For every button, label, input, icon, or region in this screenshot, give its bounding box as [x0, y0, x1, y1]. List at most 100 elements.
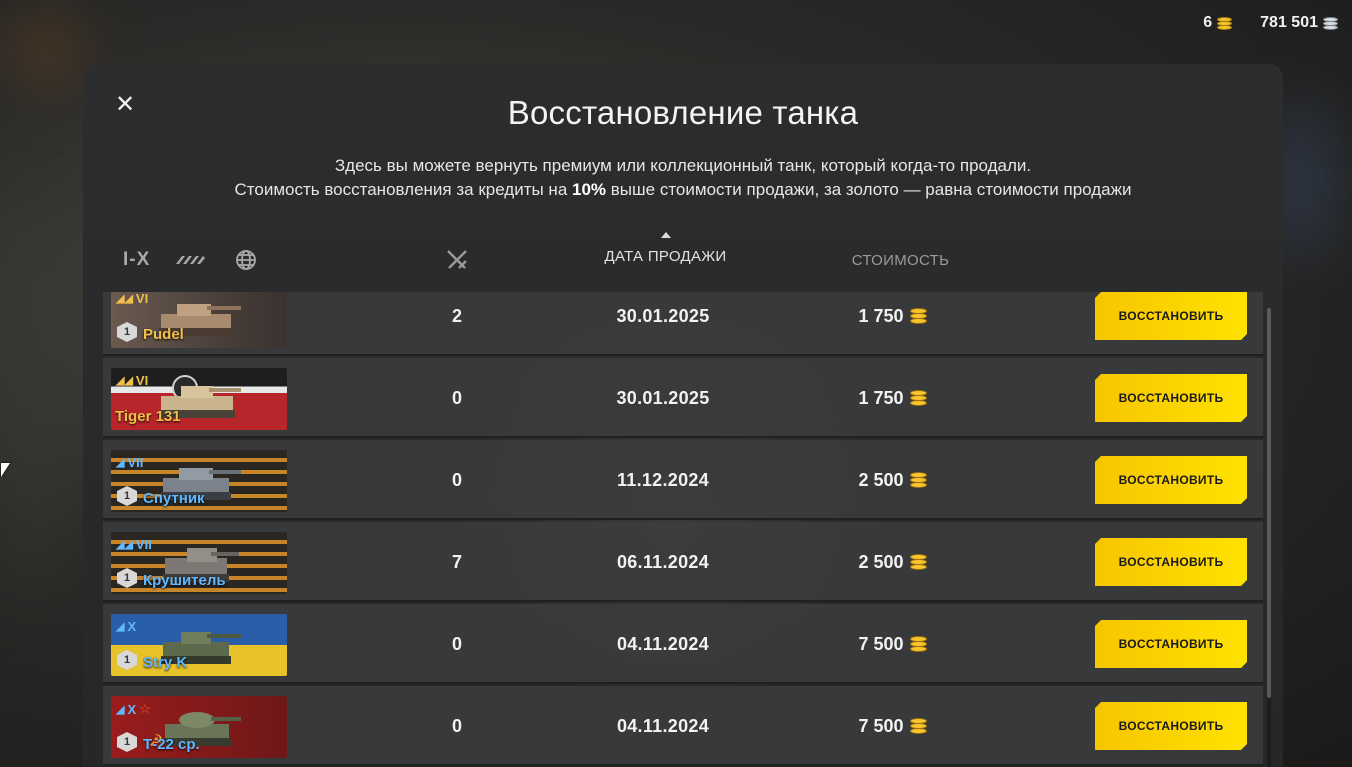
- tank-class-icon: ◢◢: [116, 293, 133, 305]
- tier-label: X: [127, 619, 137, 634]
- restore-cost: 1 750: [833, 292, 953, 356]
- credits-amount: 781 501: [1260, 14, 1318, 31]
- tier-label: VII: [127, 455, 144, 470]
- tank-name: Спутник: [143, 490, 205, 507]
- table-row: ◢ X 1 Stry K 0 04.11.2024 7 500 ВОССТАНО…: [103, 604, 1263, 684]
- restore-tank-modal: ✕ Восстановление танка Здесь вы можете в…: [83, 64, 1283, 767]
- battles-count: 0: [451, 634, 462, 654]
- tank-class-icon: ◢◢: [116, 375, 133, 387]
- gold-balance[interactable]: 6: [1203, 14, 1233, 32]
- restore-cost: 2 500: [833, 522, 953, 602]
- tank-card: ◢◢ VII 1 Крушитель: [111, 532, 287, 594]
- mouse-cursor-icon: [1, 463, 10, 477]
- tank-tier: ◢◢ VI: [116, 292, 148, 306]
- battles-count: 0: [451, 716, 462, 736]
- table-row: ◢◢ VII 1 Крушитель 7 06.11.2024 2 500 ВО…: [103, 522, 1263, 602]
- sale-date: 04.11.2024: [616, 634, 710, 654]
- description-line-2: Стоимость восстановления за кредиты на 1…: [83, 178, 1283, 202]
- column-sale-date[interactable]: ДАТА ПРОДАЖИ: [583, 232, 748, 265]
- gold-coins-icon: [909, 308, 928, 324]
- gold-coins-icon: [909, 472, 928, 488]
- sale-date: 04.11.2024: [616, 716, 710, 736]
- vehicle-type-filter-icon[interactable]: [174, 248, 206, 272]
- tank-class-icon: ◢: [116, 621, 125, 633]
- tank-tier: ◢ X: [116, 619, 136, 634]
- star-icon: ☆: [139, 701, 151, 716]
- tank-class-icon: ◢: [116, 703, 125, 716]
- cost-amount: 7 500: [858, 633, 904, 654]
- globe-icon[interactable]: [230, 248, 262, 272]
- table-row: ☭ ◢ X ☆ 1 Т-22 ср. 0 04.11.2024 7 500 ВО…: [103, 686, 1263, 766]
- cost-amount: 2 500: [858, 551, 904, 572]
- tank-name: Stry K: [143, 654, 188, 671]
- restore-cost: 7 500: [833, 686, 953, 766]
- tank-card: ☭ ◢ X ☆ 1 Т-22 ср.: [111, 696, 287, 758]
- tank-name: Т-22 ср.: [143, 736, 200, 753]
- tier-filter[interactable]: I-X: [123, 249, 150, 271]
- tank-list[interactable]: ◢◢ VI 1 Pudel 2 30.01.2025 1 750 ВОССТАН…: [103, 292, 1263, 767]
- scrollbar-thumb[interactable]: [1267, 308, 1271, 698]
- scrollbar[interactable]: [1267, 308, 1271, 767]
- table-row: ◢◢ VI Tiger 131 0 30.01.2025 1 750 ВОССТ…: [103, 358, 1263, 438]
- credits-balance[interactable]: 781 501: [1260, 14, 1338, 32]
- sale-date: 30.01.2025: [616, 388, 710, 408]
- tank-tier: ◢ X ☆: [116, 701, 151, 717]
- sort-ascending-icon: [660, 232, 671, 238]
- gold-coins-icon: [1217, 16, 1233, 30]
- gold-coins-icon: [909, 390, 928, 406]
- restore-cost: 7 500: [833, 604, 953, 684]
- cost-amount: 2 500: [858, 469, 904, 490]
- filter-bar: I-X: [123, 248, 262, 272]
- tank-card: ◢ VII 1 Спутник: [111, 450, 287, 512]
- restore-button[interactable]: ВОССТАНОВИТЬ: [1095, 620, 1247, 668]
- column-cost[interactable]: СТОИМОСТЬ: [833, 252, 968, 269]
- silver-coins-icon: [1323, 16, 1338, 30]
- tank-name: Крушитель: [143, 572, 226, 589]
- currency-bar: 6 781 501: [1203, 14, 1338, 32]
- tank-card: ◢◢ VI Tiger 131: [111, 368, 287, 430]
- gold-coins-icon: [909, 718, 928, 734]
- restore-button[interactable]: ВОССТАНОВИТЬ: [1095, 702, 1247, 750]
- tank-name: Pudel: [143, 326, 184, 343]
- background-blur: [10, 20, 80, 80]
- description-text: Стоимость восстановления за кредиты на: [234, 180, 573, 199]
- crossed-swords-icon[interactable]: [445, 248, 469, 272]
- tank-tier: ◢ VII: [116, 455, 143, 470]
- description-percent: 10%: [572, 180, 607, 199]
- tier-label: VII: [135, 537, 152, 552]
- battles-count: 0: [451, 388, 462, 408]
- cost-amount: 1 750: [858, 305, 904, 326]
- background-blur: [0, 200, 60, 600]
- sale-date: 06.11.2024: [616, 552, 710, 572]
- gold-coins-icon: [909, 554, 928, 570]
- battles-count: 0: [451, 470, 462, 490]
- sale-date: 30.01.2025: [616, 306, 710, 326]
- tank-card: ◢◢ VI 1 Pudel: [111, 292, 287, 348]
- column-sale-date-label: ДАТА ПРОДАЖИ: [604, 248, 727, 265]
- battles-count: 7: [451, 552, 462, 572]
- restore-button[interactable]: ВОССТАНОВИТЬ: [1095, 292, 1247, 340]
- table-row: ◢ VII 1 Спутник 0 11.12.2024 2 500 ВОССТ…: [103, 440, 1263, 520]
- description-text: выше стоимости продажи, за золото — равн…: [606, 180, 1132, 199]
- cost-amount: 7 500: [858, 715, 904, 736]
- tank-tier: ◢◢ VI: [116, 373, 148, 388]
- gold-amount: 6: [1203, 14, 1213, 31]
- tank-tier: ◢◢ VII: [116, 537, 152, 552]
- battles-count: 2: [451, 306, 462, 326]
- restore-button[interactable]: ВОССТАНОВИТЬ: [1095, 456, 1247, 504]
- tank-card: ◢ X 1 Stry K: [111, 614, 287, 676]
- tank-class-icon: ◢◢: [116, 539, 133, 551]
- sale-date: 11.12.2024: [616, 470, 710, 490]
- restore-button[interactable]: ВОССТАНОВИТЬ: [1095, 538, 1247, 586]
- restore-cost: 1 750: [833, 358, 953, 438]
- tier-label: VI: [135, 292, 149, 306]
- modal-description: Здесь вы можете вернуть премиум или колл…: [83, 154, 1283, 202]
- tank-name: Tiger 131: [115, 408, 181, 425]
- tier-label: VI: [135, 373, 149, 388]
- modal-title: Восстановление танка: [507, 94, 859, 131]
- restore-button[interactable]: ВОССТАНОВИТЬ: [1095, 374, 1247, 422]
- restore-cost: 2 500: [833, 440, 953, 520]
- cost-amount: 1 750: [858, 387, 904, 408]
- tier-label: X: [127, 701, 137, 717]
- description-line-1: Здесь вы можете вернуть премиум или колл…: [334, 156, 1032, 175]
